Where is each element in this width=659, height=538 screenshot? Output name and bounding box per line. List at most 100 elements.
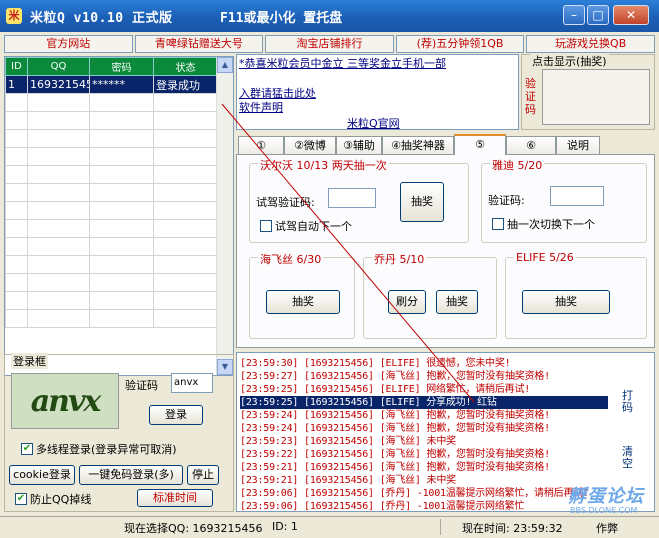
status-separator: [440, 519, 441, 535]
haifeisi-group: 海飞丝 6/30 抽奖: [249, 251, 355, 339]
link-game-qb[interactable]: 玩游戏兑换QB: [526, 35, 655, 53]
yadi-code-input[interactable]: [550, 186, 604, 206]
column-header-qq[interactable]: QQ: [27, 57, 90, 76]
checkbox-checked-icon: ✔: [15, 493, 27, 505]
cell-qq: 1693215456: [27, 75, 90, 94]
notice-line-prize[interactable]: *恭喜米粒会员中金立 三等奖金立手机一部: [239, 55, 446, 71]
table-row-empty: [5, 291, 218, 310]
column-header-password[interactable]: 密码: [89, 57, 154, 76]
table-row-empty: [5, 183, 218, 202]
tab-assist[interactable]: ③辅助: [336, 136, 382, 154]
woerwo-group: 沃尔沃 10/13 两天抽一次 试驾验证码: 试驾自动下一个 抽奖: [249, 157, 469, 243]
table-row[interactable]: 1 1693215456 ****** 登录成功: [5, 75, 218, 94]
test-drive-auto-next-checkbox[interactable]: 试驾自动下一个: [260, 218, 352, 234]
maximize-button[interactable]: □: [587, 5, 609, 25]
notice-panel: *恭喜米粒会员中金立 三等奖金立手机一部 入群请猛击此处 软件声明 米粒Q官网: [236, 54, 519, 130]
official-site-link[interactable]: 米粒Q官网: [347, 115, 400, 129]
print-code-button[interactable]: 打码: [622, 390, 636, 414]
client-area: 官方网站 青啤绿钻赠送大号 淘宝店铺排行 (荐)五分钟领1QB 玩游戏兑换QB …: [0, 32, 659, 538]
log-line[interactable]: [23:59:22] [1693215456] [海飞丝] 抱歉，您暂时没有抽奖…: [240, 448, 550, 461]
log-line[interactable]: [23:59:24] [1693215456] [海飞丝] 抱歉，您暂时没有抽奖…: [240, 422, 550, 435]
standard-time-button[interactable]: 标准时间: [137, 489, 213, 507]
woerwo-title: 沃尔沃 10/13 两天抽一次: [258, 157, 389, 173]
qiaodan-draw-button[interactable]: 抽奖: [436, 290, 478, 314]
log-line[interactable]: [23:59:21] [1693215456] [海飞丝] 未中奖: [240, 474, 456, 487]
scroll-up-arrow-icon[interactable]: ▲: [217, 57, 233, 73]
table-header: ID QQ 密码 状态: [5, 57, 218, 76]
column-header-id[interactable]: ID: [5, 57, 28, 76]
table-row-empty: [5, 237, 218, 256]
log-line[interactable]: [23:59:24] [1693215456] [海飞丝] 抱歉，您暂时没有抽奖…: [240, 409, 550, 422]
captcha-label: 验证码: [125, 379, 158, 392]
table-row-empty: [5, 219, 218, 238]
table-row-empty: [5, 201, 218, 220]
notice-line-disclaimer[interactable]: 软件声明: [239, 99, 283, 115]
watermark-logo: 孵蛋论坛 BBS.DLONE.COM: [566, 480, 658, 538]
qq-account-table[interactable]: ID QQ 密码 状态 1 1693215456 ****** 登录成功: [4, 56, 234, 376]
captcha-image[interactable]: anvx: [11, 373, 119, 429]
multi-thread-login-checkbox[interactable]: ✔ 多线程登录(登录异常可取消): [21, 441, 177, 457]
link-five-min-qb[interactable]: (荐)五分钟领1QB: [395, 35, 525, 53]
cell-password: ******: [89, 75, 154, 94]
link-taobao-rank[interactable]: 淘宝店铺排行: [265, 35, 394, 53]
link-official-site[interactable]: 官方网站: [4, 35, 133, 53]
click-show-legend: 点击显示(抽奖): [530, 53, 609, 69]
status-current-qq: 现在选择QQ: 1693215456: [124, 522, 263, 535]
haifeisi-title: 海飞丝 6/30: [258, 251, 324, 267]
link-green-diamond[interactable]: 青啤绿钻赠送大号: [134, 35, 264, 53]
log-line[interactable]: [23:59:27] [1693215456] [海飞丝] 抱歉，您暂时没有抽奖…: [240, 370, 550, 383]
cookie-login-button[interactable]: cookie登录: [9, 465, 75, 485]
yadi-switch-next-label: 抽一次切换下一个: [507, 218, 595, 231]
captcha-input[interactable]: anvx: [171, 373, 213, 393]
elife-draw-button[interactable]: 抽奖: [522, 290, 610, 314]
status-time: 现在时间: 23:59:32: [462, 522, 563, 535]
log-line[interactable]: [23:59:06] [1693215456] [乔丹] -1001温馨提示网络…: [240, 487, 589, 500]
test-drive-code-input[interactable]: [328, 188, 376, 208]
qiaodan-title: 乔丹 5/10: [372, 251, 427, 267]
cell-id: 1: [5, 75, 28, 94]
login-button[interactable]: 登录: [149, 405, 203, 425]
log-line[interactable]: [23:59:21] [1693215456] [海飞丝] 抱歉，您暂时没有抽奖…: [240, 461, 550, 474]
column-header-status[interactable]: 状态: [153, 57, 218, 76]
login-box: 登录框 anvx 验证码 anvx 登录 ✔ 多线程登录(登录异常可取消) co…: [4, 353, 234, 512]
yadi-title: 雅迪 5/20: [490, 157, 545, 173]
table-scrollbar[interactable]: ▲ ▼: [216, 57, 233, 375]
checkbox-empty-icon: [260, 220, 272, 232]
tab-lottery-tool[interactable]: ④抽奖神器: [382, 136, 454, 154]
log-line-selected[interactable]: [23:59:25] [1693215456] [ELIFE] 分享成功! 红钻: [240, 396, 608, 409]
qiaodan-group: 乔丹 5/10 刷分 抽奖: [363, 251, 497, 339]
prevent-drop-checkbox[interactable]: ✔ 防止QQ掉线: [15, 491, 91, 507]
qiaodan-refresh-button[interactable]: 刷分: [388, 290, 426, 314]
checkbox-checked-icon: ✔: [21, 443, 33, 455]
tab-5[interactable]: ⑤: [454, 134, 506, 155]
log-line[interactable]: [23:59:30] [1693215456] [ELIFE] 很遗憾，您未中奖…: [240, 357, 511, 370]
stop-button[interactable]: 停止: [187, 465, 219, 485]
status-bar: 现在选择QQ: 1693215456 ID: 1 现在时间: 23:59:32 …: [0, 516, 659, 538]
test-drive-auto-next-label: 试驾自动下一个: [275, 220, 352, 233]
tab-weibo[interactable]: ②微博: [284, 136, 336, 154]
clear-log-button[interactable]: 清空: [622, 446, 636, 470]
elife-group: ELIFE 5/26 抽奖: [505, 251, 647, 339]
minimize-button[interactable]: –: [563, 5, 585, 25]
close-button[interactable]: ✕: [613, 5, 649, 25]
woerwo-draw-button[interactable]: 抽奖: [400, 182, 444, 222]
haifeisi-draw-button[interactable]: 抽奖: [266, 290, 340, 314]
tab-6[interactable]: ⑥: [506, 136, 556, 154]
cell-status: 登录成功: [153, 75, 218, 94]
tab-1[interactable]: ①: [238, 136, 284, 154]
checkbox-empty-icon: [492, 218, 504, 230]
login-box-legend: 登录框: [11, 353, 48, 369]
yadi-switch-next-checkbox[interactable]: 抽一次切换下一个: [492, 216, 595, 232]
tab-help[interactable]: 说明: [556, 136, 600, 154]
verify-code-image[interactable]: [542, 69, 650, 125]
verify-code-label: 验证码: [525, 77, 536, 116]
log-line[interactable]: [23:59:06] [1693215456] [乔丹] -1001温馨提示网络…: [240, 500, 524, 511]
one-key-login-button[interactable]: 一键免码登录(多): [79, 465, 183, 485]
table-row-empty: [5, 93, 218, 112]
table-row-empty: [5, 165, 218, 184]
tab-panel-5: 沃尔沃 10/13 两天抽一次 试驾验证码: 试驾自动下一个 抽奖 雅迪 5/2…: [236, 154, 655, 348]
window-title: 米粒Q v10.10 正式版: [30, 11, 173, 26]
log-line[interactable]: [23:59:23] [1693215456] [海飞丝] 未中奖: [240, 435, 456, 448]
multi-thread-login-label: 多线程登录(登录异常可取消): [36, 443, 177, 456]
log-line[interactable]: [23:59:25] [1693215456] [ELIFE] 网络繁忙，请稍后…: [240, 383, 530, 396]
